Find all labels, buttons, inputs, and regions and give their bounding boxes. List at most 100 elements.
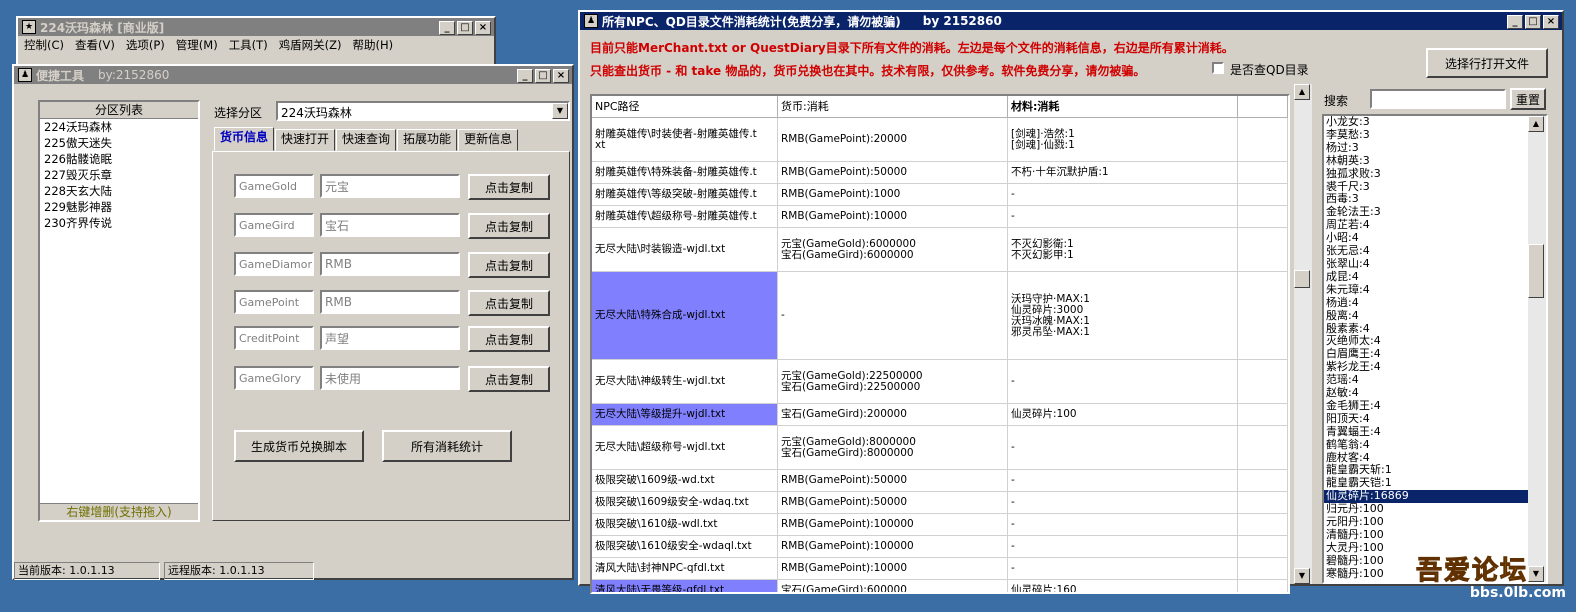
currency-key-field[interactable]: GameDiamond	[234, 252, 314, 276]
copy-button[interactable]: 点击复制	[468, 174, 550, 200]
table-row[interactable]: 无尽大陆\等级提升-wjdl.txt 宝石(GameGird):200000 仙灵碎…	[592, 404, 1288, 426]
partition-list-item[interactable]: 230齐界传说	[40, 215, 198, 231]
scroll-down-icon[interactable]: ▼	[1294, 568, 1310, 584]
search-input[interactable]	[1370, 89, 1506, 109]
close-icon[interactable]: ×	[1543, 15, 1559, 29]
summary-list-item[interactable]: 小龙女:3	[1324, 116, 1546, 129]
currency-key-field[interactable]: GameGold	[234, 174, 314, 198]
table-row[interactable]: 射雕英雄传\特殊装备-射雕英雄传.t RMB(GamePoint):50000 不朽…	[592, 162, 1288, 184]
table-row[interactable]: 射雕英雄传\等级突破-射雕英雄传.t RMB(GamePoint):1000-	[592, 184, 1288, 206]
column-header[interactable]: 货币:消耗	[778, 96, 1008, 117]
summary-list-item[interactable]: 张翠山:4	[1324, 257, 1546, 271]
maximize-icon[interactable]: □	[457, 21, 473, 35]
summary-list-item[interactable]: 赵敏:4	[1324, 386, 1546, 400]
scroll-thumb[interactable]	[1294, 270, 1310, 288]
partition-list-item[interactable]: 224沃玛森林	[40, 119, 198, 135]
summary-list-item[interactable]: 林朝英:3	[1324, 154, 1546, 168]
currency-key-field[interactable]: CreditPoint	[234, 326, 314, 350]
minimize-icon[interactable]: _	[1507, 15, 1523, 29]
minimize-icon[interactable]: _	[439, 21, 455, 35]
summary-scrollbar[interactable]: ▲ ▼	[1528, 116, 1546, 582]
close-icon[interactable]: ×	[475, 21, 491, 35]
tool-tab[interactable]: 货币信息	[214, 127, 275, 151]
currency-key-field[interactable]: GameGlory	[234, 366, 314, 390]
menu-item[interactable]: 工具(T)	[229, 37, 268, 53]
table-row[interactable]: 极限突破\1610级安全-wdaql.txt RMB(GamePoint):100…	[592, 536, 1288, 558]
reset-button[interactable]: 重置	[1510, 88, 1546, 110]
column-header[interactable]: NPC路径	[592, 96, 778, 117]
table-row[interactable]: 清风大陆\无畏等级-qfdl.txt 宝石(GameGird):600000 仙灵碎…	[592, 580, 1288, 592]
scroll-thumb[interactable]	[1528, 244, 1544, 298]
currency-name-field[interactable]: 宝石	[320, 213, 460, 237]
close-icon[interactable]: ×	[553, 69, 569, 83]
menu-item[interactable]: 查看(V)	[75, 37, 115, 53]
menu-item[interactable]: 帮助(H)	[353, 37, 394, 53]
generate-script-button[interactable]: 生成货币兑换脚本	[234, 430, 364, 462]
partition-list-item[interactable]: 226骷髅诡眠	[40, 151, 198, 167]
currency-key-field[interactable]: GamePoint	[234, 290, 314, 314]
summary-list-item[interactable]: 独孤求败:3	[1324, 167, 1546, 181]
table-row[interactable]: 无尽大陆\超级称号-wjdl.txt 元宝(GameGold):8000000 宝…	[592, 426, 1288, 470]
currency-name-field[interactable]: RMB	[320, 252, 460, 276]
tool-tab[interactable]: 更新信息	[458, 129, 519, 151]
scroll-up-icon[interactable]: ▲	[1294, 84, 1310, 100]
copy-button[interactable]: 点击复制	[468, 290, 550, 316]
chevron-down-icon[interactable]: ▼	[552, 103, 568, 119]
stats-window-titlebar[interactable]: ♟ 所有NPC、QD目录文件消耗统计(免费分享，请勿被骗) by 2152860	[580, 12, 1562, 30]
qd-checkbox[interactable]	[1212, 62, 1224, 74]
table-row[interactable]: 射雕英雄传\超级称号-射雕英雄传.t RMB(GamePoint):10000-	[592, 206, 1288, 228]
table-row[interactable]: 极限突破\1609级-wd.txt RMB(GamePoint):50000-	[592, 470, 1288, 492]
partition-select[interactable]: 224沃玛森林 ▼	[276, 101, 570, 121]
summary-list-item[interactable]: 金毛狮王:4	[1324, 399, 1546, 413]
menu-item[interactable]: 选项(P)	[126, 37, 165, 53]
column-header[interactable]	[1238, 96, 1288, 117]
tool-window-titlebar[interactable]: ♟ 便捷工具 by:2152860	[14, 66, 572, 84]
open-file-button[interactable]: 选择行打开文件	[1426, 48, 1548, 78]
all-consumption-button[interactable]: 所有消耗统计	[382, 430, 512, 462]
summary-list-item[interactable]: 朱元璋:4	[1324, 283, 1546, 297]
menu-item[interactable]: 管理(M)	[176, 37, 218, 53]
summary-list-item[interactable]: 杨逍:4	[1324, 296, 1546, 310]
copy-button[interactable]: 点击复制	[468, 252, 550, 278]
table-row[interactable]: 无尽大陆\神级转生-wjdl.txt 元宝(GameGold):22500000 …	[592, 360, 1288, 404]
tool-tab[interactable]: 拓展功能	[397, 129, 458, 151]
tool-tab[interactable]: 快速打开	[275, 129, 336, 151]
partition-list[interactable]: 分区列表 224沃玛森林 225傲天迷失 226骷髅诡眠 227毁灭乐章 228天玄大陆…	[38, 100, 200, 522]
table-row[interactable]: 极限突破\1609级安全-wdaq.txt RMB(GamePoint):5000…	[592, 492, 1288, 514]
maximize-icon[interactable]: □	[1525, 15, 1541, 29]
copy-button[interactable]: 点击复制	[468, 213, 550, 239]
summary-list-item[interactable]: 青翼蝠王:4	[1324, 425, 1546, 439]
summary-list-item[interactable]: 成昆:4	[1324, 270, 1546, 284]
table-row[interactable]: 清风大陆\封神NPC-qfdl.txt RMB(GamePoint):10000-	[592, 558, 1288, 580]
table-scrollbar[interactable]: ▲ ▼	[1294, 84, 1312, 584]
table-row[interactable]: 极限突破\1610级-wdl.txt RMB(GamePoint):100000-	[592, 514, 1288, 536]
menu-item[interactable]: 控制(C)	[24, 37, 64, 53]
partition-list-item[interactable]: 227毁灭乐章	[40, 167, 198, 183]
minimize-icon[interactable]: _	[517, 69, 533, 83]
summary-list-item[interactable]: 杨过:3	[1324, 141, 1546, 155]
partition-list-item[interactable]: 229魅影神器	[40, 199, 198, 215]
copy-button[interactable]: 点击复制	[468, 366, 550, 392]
table-row[interactable]: 无尽大陆\特殊合成-wjdl.txt - 沃玛守护·MAX:1 仙灵碎片:3000 …	[592, 272, 1288, 360]
menu-item[interactable]: 鸡盾网关(Z)	[279, 37, 342, 53]
server-window-titlebar[interactable]: ★ 224沃玛森林 [商业版]	[18, 18, 494, 36]
currency-key-field[interactable]: GameGird	[234, 213, 314, 237]
partition-list-item[interactable]: 225傲天迷失	[40, 135, 198, 151]
summary-list-item[interactable]: 李莫愁:3	[1324, 128, 1546, 142]
partition-list-item[interactable]: 228天玄大陆	[40, 183, 198, 199]
currency-name-field[interactable]: RMB	[320, 290, 460, 314]
summary-list-item[interactable]: 阳顶天:4	[1324, 412, 1546, 426]
column-header[interactable]: 材料:消耗	[1008, 96, 1238, 117]
scroll-up-icon[interactable]: ▲	[1528, 116, 1544, 132]
table-row[interactable]: 无尽大陆\时装锻造-wjdl.txt 元宝(GameGold):6000000 宝…	[592, 228, 1288, 272]
table-row[interactable]: 射雕英雄传\时装使者-射雕英雄传.t xt RMB(GamePoint):2000…	[592, 118, 1288, 162]
summary-list-item[interactable]: 殷离:4	[1324, 309, 1546, 323]
currency-name-field[interactable]: 声望	[320, 326, 460, 350]
summary-list-item[interactable]: 鹤笔翁:4	[1324, 438, 1546, 452]
copy-button[interactable]: 点击复制	[468, 326, 550, 352]
maximize-icon[interactable]: □	[535, 69, 551, 83]
currency-name-field[interactable]: 元宝	[320, 174, 460, 198]
summary-list-item[interactable]: 清髓丹:100	[1324, 528, 1546, 542]
consumption-table[interactable]: NPC路径 货币:消耗 材料:消耗 射雕英雄传\时装使者-射雕英雄传.t xt RMB…	[590, 94, 1290, 594]
summary-list[interactable]: 小龙女:3 李莫愁:3 杨过:3 林朝英:3 独孤求败:3 裘千尺:3 西毒:3 金轮法王:3…	[1322, 114, 1548, 584]
